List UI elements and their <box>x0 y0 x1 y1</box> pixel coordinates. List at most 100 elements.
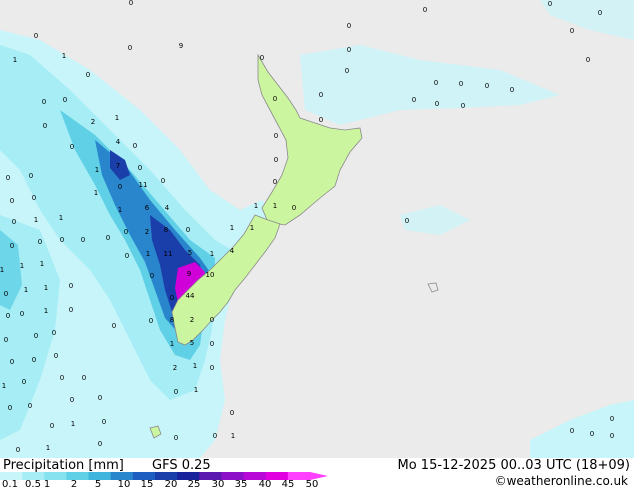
precip-value-label: 0 <box>42 98 46 106</box>
precip-value-label: 4 <box>165 204 170 212</box>
credit-link[interactable]: ©weatheronline.co.uk <box>495 474 628 488</box>
precip-value-label: 1 <box>231 432 235 440</box>
precip-value-label: 0 <box>34 332 38 340</box>
precip-value-label: 0 <box>98 394 102 402</box>
precip-value-label: 0 <box>319 116 323 124</box>
precip-value-label: 1 <box>230 224 234 232</box>
precip-value-label: 11 <box>164 250 173 258</box>
precip-value-label: 0 <box>86 71 90 79</box>
precip-value-label: 0 <box>54 352 58 360</box>
precip-value-label: 0 <box>10 358 14 366</box>
precip-value-label: 0 <box>273 95 277 103</box>
precip-value-label: 0 <box>8 404 12 412</box>
color-scale-tick: 30 <box>211 479 225 490</box>
precip-value-label: 8 <box>164 226 168 234</box>
precip-value-label: 0 <box>461 102 465 110</box>
precip-value-label: 0 <box>510 86 514 94</box>
precip-value-label: 0 <box>128 44 132 52</box>
color-scale-ticks: 0.1 0.5 1 2 5 10 15 20 25 30 35 40 45 50 <box>0 480 330 490</box>
precip-value-label: 0 <box>20 310 24 318</box>
precip-value-label: 1 <box>0 266 4 274</box>
precip-value-label: 0 <box>213 432 217 440</box>
precip-value-label: 0 <box>70 396 74 404</box>
precip-value-label: 0 <box>347 46 351 54</box>
precip-value-label: 0 <box>129 0 133 7</box>
precip-value-label: 0 <box>138 164 142 172</box>
precip-value-label: 1 <box>95 166 99 174</box>
color-scale-tick: 20 <box>164 479 178 490</box>
precip-value-label: 0 <box>106 234 110 242</box>
precip-value-label: 0 <box>610 432 614 440</box>
color-scale-tick: 50 <box>305 479 319 490</box>
precip-value-label: 0 <box>174 434 178 442</box>
precip-value-label: 0 <box>610 415 614 423</box>
precip-value-label: 0 <box>150 272 154 280</box>
precip-value-label: 0 <box>598 9 602 17</box>
precip-value-label: 0 <box>32 356 36 364</box>
precip-value-label: 0 <box>81 236 85 244</box>
precip-value-label: 11 <box>139 181 148 189</box>
precip-value-label: 0 <box>485 82 489 90</box>
precip-value-label: 0 <box>60 236 64 244</box>
precip-value-label: 0 <box>412 96 416 104</box>
color-scale-tick: 0.1 <box>2 479 18 490</box>
precip-value-label: 0 <box>274 132 278 140</box>
precip-value-label: 0 <box>345 67 349 75</box>
precip-value-label: 1 <box>59 214 63 222</box>
precip-value-label: 1 <box>20 262 24 270</box>
precip-value-label: 0 <box>174 388 178 396</box>
precip-value-label: 4 <box>230 247 235 255</box>
precip-value-label: 0 <box>260 54 264 62</box>
color-scale-tick: 40 <box>258 479 272 490</box>
precip-value-label: 1 <box>210 250 214 258</box>
precip-value-label: 0 <box>12 218 16 226</box>
precip-value-label: 6 <box>145 204 150 212</box>
precip-value-label: 0 <box>590 430 594 438</box>
precip-value-label: 0 <box>38 238 42 246</box>
precip-value-label: 1 <box>62 52 66 60</box>
precip-value-label: 7 <box>116 162 120 170</box>
precip-value-label: 1 <box>146 250 150 258</box>
precip-value-label: 0 <box>50 422 54 430</box>
precip-value-label: 0 <box>118 183 122 191</box>
precip-value-label: 0 <box>405 217 409 225</box>
color-scale-segment <box>66 472 90 480</box>
precipitation-map: 00000000 9 01 1 0 0000 0 0 00 000 0 0 02 1 00004 0007 00… <box>0 0 634 458</box>
valid-time: Mo 15-12-2025 00..03 UTC (18+09) <box>397 458 631 473</box>
precip-value-label: 0 <box>69 282 73 290</box>
precip-value-label: 0 <box>98 440 102 448</box>
model-label: GFS 0.25 <box>152 458 211 473</box>
precip-value-label: 0 <box>34 32 38 40</box>
precip-value-label: 0 <box>570 427 574 435</box>
precip-value-label: 0 <box>70 143 74 151</box>
precip-value-label: 0 <box>274 156 278 164</box>
precip-value-label: 2 <box>190 316 194 324</box>
precip-value-label: 0 <box>292 204 296 212</box>
precip-value-label: 1 <box>44 307 48 315</box>
precip-value-label: 0 <box>161 177 165 185</box>
color-scale-tick: 10 <box>117 479 131 490</box>
precip-value-label: 0 <box>170 294 174 302</box>
precip-value-label: 1 <box>254 202 258 210</box>
precip-value-label: 0 <box>125 252 129 260</box>
precip-value-label: 2 <box>91 118 95 126</box>
precip-value-label: 4 <box>116 138 121 146</box>
precip-value-label: 1 <box>2 382 6 390</box>
precip-value-label: 0 <box>459 80 463 88</box>
precip-value-label: 0 <box>124 228 128 236</box>
precip-value-label: 0 <box>434 79 438 87</box>
precip-value-label: 44 <box>186 292 195 300</box>
precip-value-label: 0 <box>435 100 439 108</box>
precip-value-label: 0 <box>149 317 153 325</box>
precip-value-label: 0 <box>6 312 10 320</box>
precip-value-label: 0 <box>6 174 10 182</box>
precip-value-label: 0 <box>16 446 20 454</box>
precip-value-label: 1 <box>94 189 98 197</box>
precip-value-label: 0 <box>22 378 26 386</box>
precip-value-label: 1 <box>118 206 122 214</box>
precip-value-label: 9 <box>179 42 183 50</box>
precip-value-label: 0 <box>133 142 137 150</box>
precip-value-label: 0 <box>230 409 234 417</box>
color-scale-tick: 5 <box>94 479 102 490</box>
precip-value-label: 1 <box>193 362 197 370</box>
